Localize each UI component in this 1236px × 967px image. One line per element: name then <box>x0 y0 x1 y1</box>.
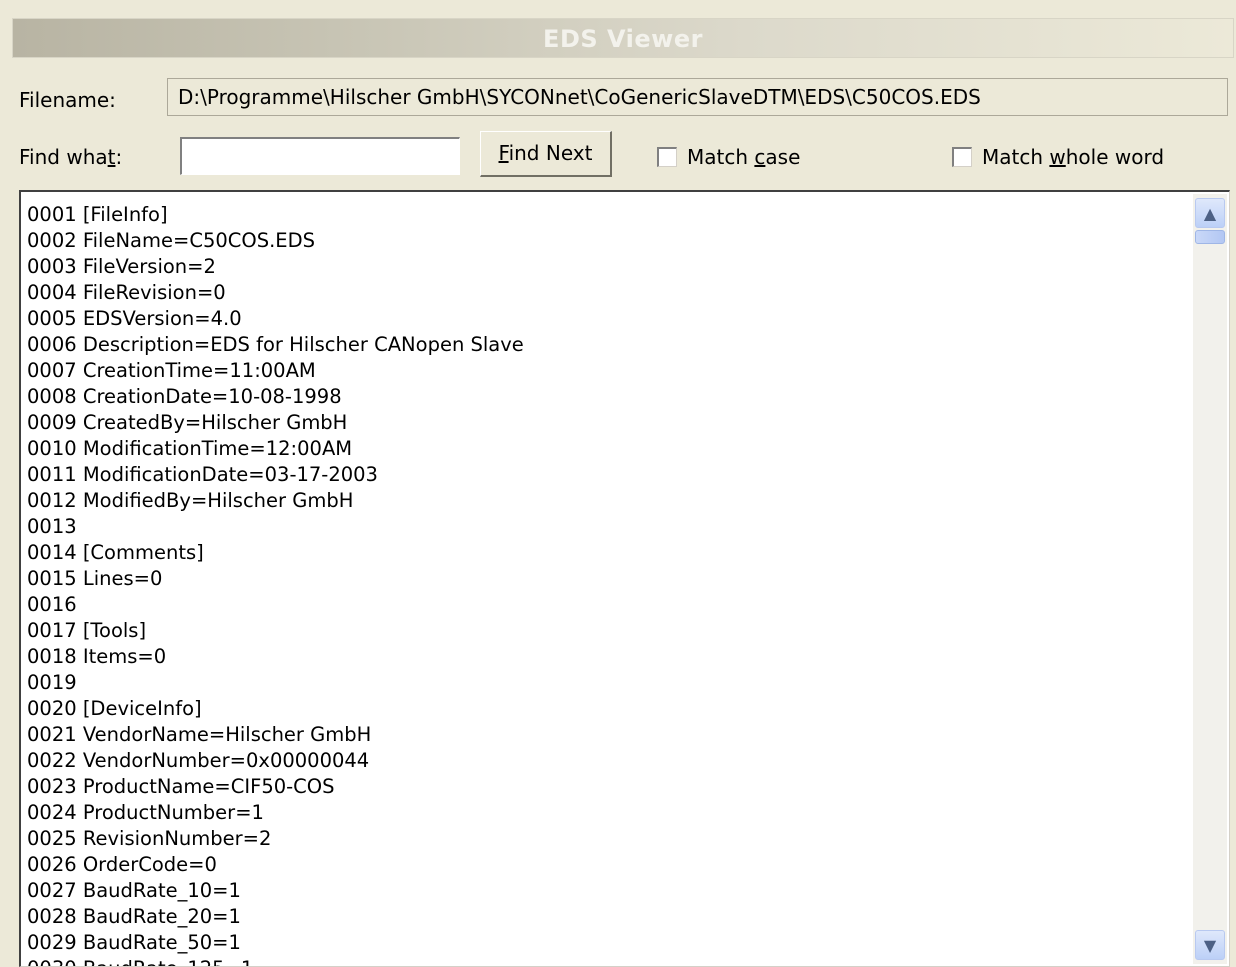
content-line: 0014 [Comments] <box>27 541 204 564</box>
find-next-button[interactable]: Find Next <box>480 131 612 177</box>
content-line: 0021 VendorName=Hilscher GmbH <box>27 723 372 746</box>
content-line: 0007 CreationTime=11:00AM <box>27 359 316 382</box>
vertical-scrollbar[interactable]: ▲ ▼ <box>1193 194 1227 964</box>
content-line: 0025 RevisionNumber=2 <box>27 827 272 850</box>
content-line: 0024 ProductNumber=1 <box>27 801 264 824</box>
match-case-checkbox[interactable]: Match case <box>657 145 800 169</box>
arrow-down-icon[interactable]: ▼ <box>1195 930 1225 960</box>
find-what-input[interactable] <box>180 137 460 175</box>
content-line: 0026 OrderCode=0 <box>27 853 217 876</box>
content-line: 0005 EDSVersion=4.0 <box>27 307 242 330</box>
content-line: 0002 FileName=C50COS.EDS <box>27 229 316 252</box>
content-line: 0004 FileRevision=0 <box>27 281 226 304</box>
match-case-box[interactable] <box>657 147 677 167</box>
content-line: 0003 FileVersion=2 <box>27 255 216 278</box>
content-line: 0010 ModificationTime=12:00AM <box>27 437 353 460</box>
content-line: 0022 VendorNumber=0x00000044 <box>27 749 370 772</box>
content-line: 0020 [DeviceInfo] <box>27 697 202 720</box>
content-line: 0016 <box>27 593 77 616</box>
content-line: 0009 CreatedBy=Hilscher GmbH <box>27 411 348 434</box>
content-line: 0018 Items=0 <box>27 645 167 668</box>
content-line: 0030 BaudRate_125=1 <box>27 956 1189 966</box>
content-line: 0023 ProductName=CIF50-COS <box>27 775 335 798</box>
match-whole-word-box[interactable] <box>952 147 972 167</box>
content-line: 0001 [FileInfo] <box>27 203 168 226</box>
content-line: 0006 Description=EDS for Hilscher CANope… <box>27 333 524 356</box>
content-line: 0012 ModifiedBy=Hilscher GmbH <box>27 489 354 512</box>
content-line: 0011 ModificationDate=03-17-2003 <box>27 463 378 486</box>
content-line: 0008 CreationDate=10-08-1998 <box>27 385 342 408</box>
content-line: 0027 BaudRate_10=1 <box>27 879 241 902</box>
eds-content-lines: 0001 [FileInfo] 0002 FileName=C50COS.EDS 0… <box>27 202 1189 966</box>
content-line: 0017 [Tools] <box>27 619 147 642</box>
filename-value: D:\Programme\Hilscher GmbH\SYCONnet\CoGe… <box>178 85 981 109</box>
scrollbar-thumb[interactable] <box>1195 230 1225 244</box>
eds-content-area[interactable]: 0001 [FileInfo] 0002 FileName=C50COS.EDS 0… <box>19 190 1230 967</box>
window-title: EDS Viewer <box>543 25 703 53</box>
content-line: 0028 BaudRate_20=1 <box>27 905 241 928</box>
match-case-label: Match case <box>687 145 801 169</box>
arrow-up-icon[interactable]: ▲ <box>1195 198 1225 228</box>
content-line: 0015 Lines=0 <box>27 567 163 590</box>
content-line: 0013 <box>27 515 77 538</box>
find-what-label: Find what: <box>19 145 123 169</box>
title-bar: EDS Viewer <box>12 18 1234 58</box>
match-whole-word-checkbox[interactable]: Match whole word <box>952 145 1164 169</box>
content-line: 0019 <box>27 671 77 694</box>
filename-field: D:\Programme\Hilscher GmbH\SYCONnet\CoGe… <box>167 78 1228 116</box>
filename-label: Filename: <box>19 88 116 112</box>
match-whole-word-label: Match whole word <box>982 145 1165 169</box>
content-line: 0029 BaudRate_50=1 <box>27 931 241 954</box>
